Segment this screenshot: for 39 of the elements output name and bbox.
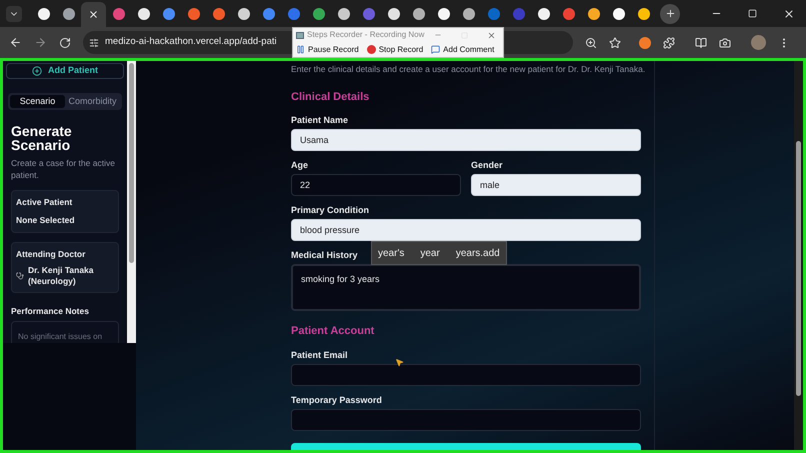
field-label: Medical History	[291, 251, 358, 260]
text-area[interactable]: smoking for 3 years	[291, 264, 641, 312]
recorder-button[interactable]: Add Comment	[431, 44, 494, 56]
section-description: Create a case for the active patient.	[11, 157, 116, 181]
section-title: Clinical Details	[291, 90, 370, 105]
address-bar[interactable]: medizo-ai-hackathon.vercel.app/add-pati	[83, 31, 287, 54]
card-title: Attending Doctor	[16, 248, 86, 260]
notes-title: Performance Notes	[11, 305, 90, 318]
tab[interactable]: Comorbidity	[65, 94, 120, 108]
recorder-button[interactable]: Pause Record	[296, 44, 359, 56]
input-field[interactable]: Usama	[291, 129, 641, 152]
notes-text: No significant issues on	[18, 332, 102, 341]
input-field[interactable]: male	[471, 174, 641, 196]
suggestion-item[interactable]: year	[420, 246, 440, 261]
add-patient-button[interactable]: Add Patient	[6, 63, 124, 78]
field-label: Patient Email	[291, 350, 348, 360]
card-value: Dr. Kenji Tanaka (Neurology)	[28, 265, 95, 288]
card-title: Active Patient	[16, 196, 74, 209]
input-field[interactable]: blood pressure	[291, 219, 641, 242]
window-title: Steps Recorder - Recording Now	[307, 29, 424, 41]
field-label: Gender	[471, 161, 503, 170]
suggestion-item[interactable]: year's	[378, 246, 404, 261]
section-heading: Generate Scenario	[11, 124, 73, 152]
field-label: Age	[291, 161, 308, 170]
field-value: smoking for 3 years	[301, 274, 380, 284]
tab[interactable]: Scenario	[10, 94, 65, 108]
url-text: medizo-ai-hackathon.vercel.app/add-pati	[105, 35, 277, 50]
input-field[interactable]: 22	[291, 174, 461, 196]
field-label: Primary Condition	[291, 206, 370, 216]
field-value: Usama	[300, 134, 329, 146]
field-label: Patient Name	[291, 116, 348, 126]
field-label: Temporary Password	[291, 396, 382, 405]
card-value: None Selected	[16, 214, 76, 226]
field-value: 22	[300, 178, 310, 192]
recorder-button[interactable]: Stop Record	[366, 44, 424, 56]
section-title: Patient Account	[291, 324, 374, 340]
field-value: male	[480, 178, 500, 192]
field-value: blood pressure	[300, 224, 360, 237]
suggestion-item[interactable]: years.add	[456, 246, 500, 261]
